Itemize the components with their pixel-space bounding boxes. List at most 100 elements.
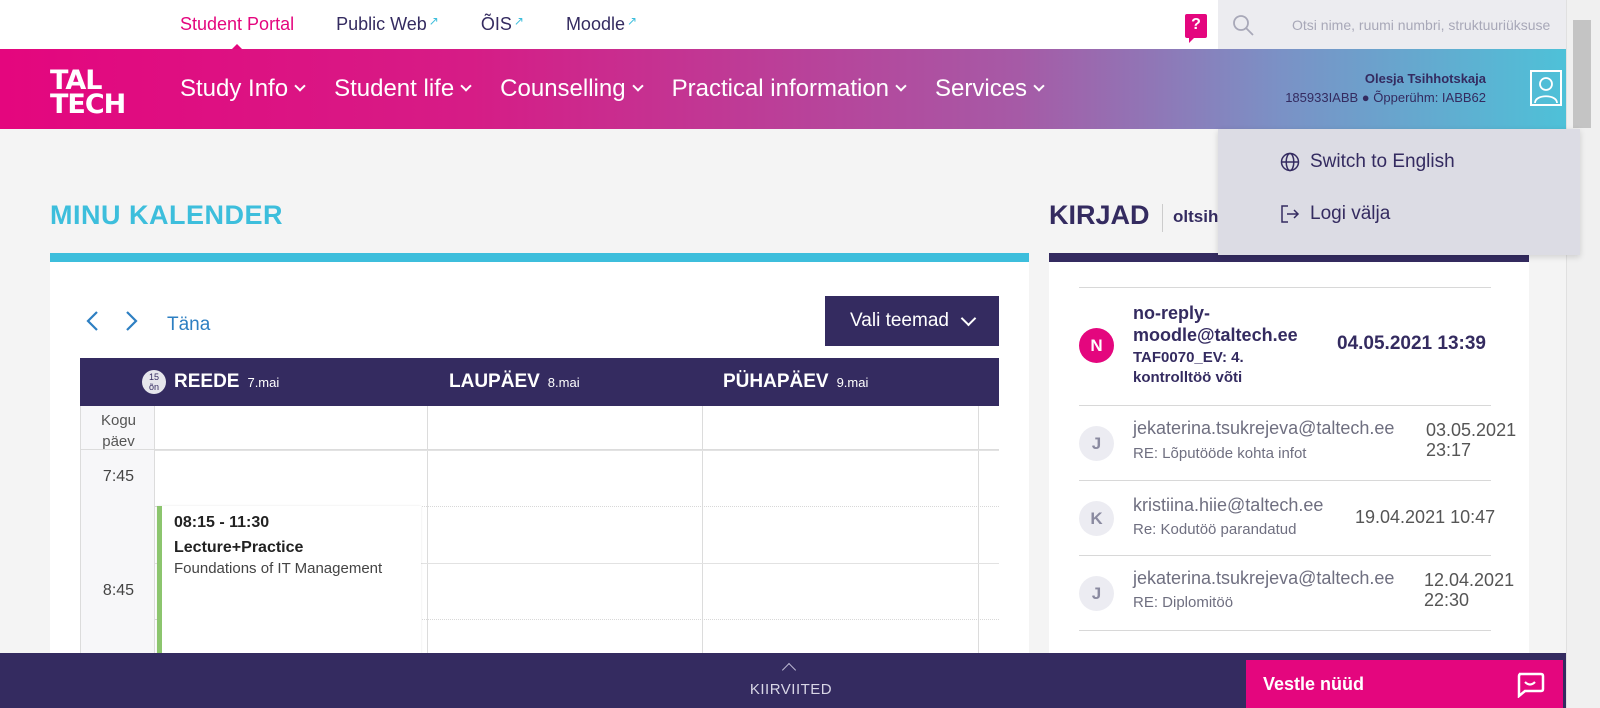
date-line: 23:17 <box>1426 440 1472 460</box>
nav-label: Counselling <box>500 75 626 102</box>
prev-arrow-icon[interactable] <box>85 310 99 337</box>
event-name: Foundations of IT Management <box>174 560 383 577</box>
sender-avatar: J <box>1079 426 1114 461</box>
toplink-moodle[interactable]: Moodle ↗ <box>566 14 637 35</box>
chevron-down-icon <box>294 80 306 92</box>
calendar-event[interactable]: 08:15 - 11:30 Lecture+Practice Foundatio… <box>157 506 421 666</box>
mail-item[interactable]: N no-reply- moodle@taltech.ee TAF0070_EV… <box>1079 287 1491 405</box>
calendar-title: MINU KALENDER <box>50 200 283 230</box>
today-button[interactable]: Täna <box>167 314 210 336</box>
logout-icon <box>1281 205 1300 223</box>
mail-subject: RE: Lõputööde kohta infot <box>1133 445 1307 462</box>
sender-avatar: K <box>1079 501 1114 536</box>
mail-date: 03.05.2021 23:17 <box>1426 420 1516 460</box>
logo-line2: TECH <box>50 89 126 120</box>
help-icon[interactable]: ? <box>1185 14 1207 43</box>
day-name: PÜHAPÄEV <box>723 371 829 392</box>
mail-search-label: oltsih <box>1173 207 1219 226</box>
calendar-card: Täna Vali teemad 15 õn REEDE 7.mai LAUPÄE… <box>50 253 1029 706</box>
day-name: REEDE <box>174 371 240 392</box>
row-divider <box>155 450 999 451</box>
mail-date: 12.04.2021 22:30 <box>1424 570 1514 610</box>
calendar-header: 15 õn REEDE 7.mai LAUPÄEV 8.mai PÜHAPÄEV 9.… <box>80 358 999 406</box>
mail-title: KIRJAD <box>1049 200 1150 230</box>
logout-item[interactable]: Logi välja <box>1280 203 1390 225</box>
switch-language-item[interactable]: Switch to English <box>1280 151 1455 173</box>
chevron-down-icon <box>460 80 472 92</box>
top-links: Student Portal Public Web ↗ ÕIS ↗ Moodle ↗ <box>180 0 679 51</box>
user-info[interactable]: Olesja Tsihhotskaja 185933IABB ● Õpperüh… <box>1285 71 1486 105</box>
mail-subject: RE: Diplomitöö <box>1133 594 1234 611</box>
chat-button[interactable]: Vestle nüüd <box>1246 660 1563 708</box>
nav-counselling[interactable]: Counselling <box>500 75 644 103</box>
time-label: 8:45 <box>102 582 135 599</box>
scrollbar-thumb[interactable] <box>1573 20 1591 128</box>
mail-date: 19.04.2021 10:47 <box>1355 507 1496 527</box>
time-label: 7:45 <box>102 468 135 485</box>
calendar-nav <box>85 310 139 337</box>
mail-item[interactable]: J jekaterina.tsukrejeva@taltech.ee RE: L… <box>1079 405 1516 480</box>
day-name: LAUPÄEV <box>449 371 540 392</box>
week-number: 15 <box>148 372 159 382</box>
external-link-icon: ↗ <box>428 14 439 28</box>
day-date: 8.mai <box>547 374 580 390</box>
user-avatar-icon[interactable] <box>1530 70 1562 106</box>
next-arrow-icon[interactable] <box>125 310 139 337</box>
sender-avatar: J <box>1079 576 1114 611</box>
sender-line: moodle@taltech.ee <box>1133 325 1298 345</box>
toplink-ois[interactable]: ÕIS ↗ <box>481 14 524 35</box>
nav-practical-information[interactable]: Practical information <box>671 75 907 103</box>
chevron-down-icon <box>960 310 977 326</box>
external-link-icon: ↗ <box>513 14 524 28</box>
sender-line: no-reply- <box>1133 303 1211 323</box>
mail-date: 04.05.2021 13:39 <box>1337 333 1486 354</box>
taltech-logo[interactable]: TAL TECH <box>50 67 126 120</box>
toplink-label: ÕIS <box>480 14 512 34</box>
mail-subject: TAF0070_EV: 4. kontrolltöö võti <box>1133 348 1244 388</box>
toplink-student-portal[interactable]: Student Portal <box>180 14 294 51</box>
nav-study-info[interactable]: Study Info <box>180 75 306 103</box>
subject-line: TAF0070_EV: 4. <box>1133 349 1244 366</box>
event-time: 08:15 - 11:30 <box>174 514 270 531</box>
nav-student-life[interactable]: Student life <box>334 75 472 103</box>
day-header-sunday[interactable]: PÜHAPÄEV 9.mai <box>723 358 868 406</box>
day-date: 7.mai <box>247 374 280 390</box>
nav-label: Student life <box>334 75 455 102</box>
chevron-down-icon <box>895 80 907 92</box>
day-header-saturday[interactable]: LAUPÄEV 8.mai <box>449 358 580 406</box>
chat-label: Vestle nüüd <box>1263 673 1365 694</box>
nav-services[interactable]: Services <box>935 75 1045 103</box>
search-input[interactable]: Otsi nime, ruumi numbri, struktuuriüksus… <box>1218 0 1566 49</box>
search-placeholder: Otsi nime, ruumi numbri, struktuuriüksus… <box>1292 16 1551 33</box>
logout-label: Logi välja <box>1310 203 1391 224</box>
chat-bubble-icon <box>1515 670 1545 703</box>
external-link-icon: ↗ <box>626 14 638 28</box>
mail-sender: jekaterina.tsukrejeva@taltech.ee <box>1133 568 1395 588</box>
switch-language-label: Switch to English <box>1310 151 1455 172</box>
toplink-label: Moodle <box>565 14 625 34</box>
date-line: 03.05.2021 <box>1426 420 1517 440</box>
mail-sender: jekaterina.tsukrejeva@taltech.ee <box>1133 418 1395 438</box>
user-name: Olesja Tsihhotskaja <box>1364 71 1486 86</box>
week-suffix: õn <box>148 382 159 392</box>
subject-line: kontrolltöö võti <box>1133 369 1243 386</box>
week-number-badge: 15 õn <box>142 370 166 394</box>
all-day-row[interactable] <box>80 406 999 450</box>
mail-item[interactable]: K kristiina.hiie@taltech.ee Re: Kodutöö … <box>1079 480 1495 555</box>
toplink-public-web[interactable]: Public Web ↗ <box>336 14 439 35</box>
nav-label: Practical information <box>671 75 890 102</box>
chevron-down-icon <box>1033 80 1045 92</box>
event-type: Lecture+Practice <box>174 539 304 556</box>
page-scrollbar[interactable] <box>1566 0 1600 708</box>
user-details: 185933IABB ● Õpperühm: IABB62 <box>1285 90 1486 105</box>
select-themes-button[interactable]: Vali teemad <box>825 296 999 346</box>
mail-sender: kristiina.hiie@taltech.ee <box>1133 495 1324 515</box>
day-date: 9.mai <box>836 374 869 390</box>
mail-subject: Re: Kodutöö parandatud <box>1133 521 1297 538</box>
nav-label: Services <box>935 75 1028 102</box>
search-icon[interactable] <box>1218 13 1268 37</box>
date-line: 12.04.2021 <box>1424 570 1515 590</box>
day-header-friday[interactable]: REEDE 7.mai <box>174 358 279 406</box>
mail-item[interactable]: J jekaterina.tsukrejeva@taltech.ee RE: D… <box>1079 555 1514 630</box>
select-themes-label: Vali teemad <box>850 310 949 331</box>
